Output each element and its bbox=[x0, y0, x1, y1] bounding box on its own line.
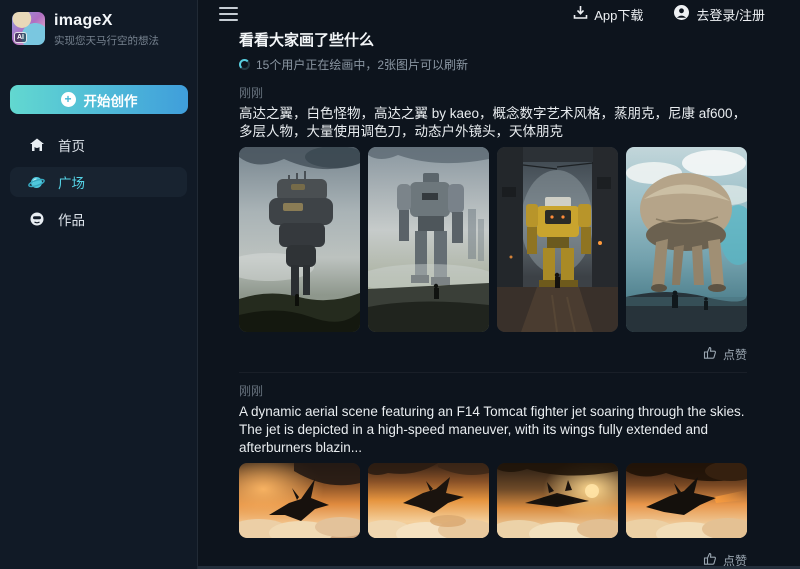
generated-image-mech-2[interactable] bbox=[368, 147, 489, 332]
app-download-button[interactable]: App下载 bbox=[573, 5, 643, 24]
sidebar-item-works[interactable]: 作品 bbox=[10, 204, 187, 234]
download-tray-icon bbox=[573, 5, 588, 23]
app-logo-avatar: AI bbox=[12, 12, 45, 45]
post-image-row bbox=[239, 463, 747, 538]
sidebar-item-plaza[interactable]: 广场 bbox=[10, 167, 187, 197]
post-image-row bbox=[239, 147, 747, 332]
hamburger-icon[interactable] bbox=[219, 3, 238, 25]
generated-image-jet-3[interactable] bbox=[497, 463, 618, 538]
generated-image-jet-4[interactable] bbox=[626, 463, 747, 538]
sidebar-item-home[interactable]: 首页 bbox=[10, 130, 187, 160]
post-card: 刚刚 高达之翼，白色怪物，高达之翼 by kaeo，概念数字艺术风格，蒸朋克，尼… bbox=[239, 84, 747, 363]
app-download-label: App下载 bbox=[594, 5, 643, 24]
feed-status: 15个用户正在绘画中，2张图片可以刷新 bbox=[239, 56, 789, 73]
sidebar-item-label: 首页 bbox=[58, 135, 85, 155]
post-prompt: A dynamic aerial scene featuring an F14 … bbox=[239, 403, 747, 457]
feed-title: 看看大家画了些什么 bbox=[239, 29, 789, 50]
login-register-label: 去登录/注册 bbox=[696, 5, 765, 24]
generated-image-jet-1[interactable] bbox=[239, 463, 360, 538]
plus-circle-icon: + bbox=[61, 92, 76, 107]
sidebar-item-label: 广场 bbox=[58, 172, 85, 192]
feed-status-text: 15个用户正在绘画中，2张图片可以刷新 bbox=[256, 56, 468, 73]
top-bar: App下载 去登录/注册 bbox=[198, 0, 800, 28]
person-circle-icon bbox=[673, 4, 690, 24]
app-name: imageX bbox=[54, 12, 159, 30]
generated-image-mech-1[interactable] bbox=[239, 147, 360, 332]
feed: 看看大家画了些什么 15个用户正在绘画中，2张图片可以刷新 刚刚 高达之翼，白色… bbox=[198, 28, 789, 569]
post-card: 刚刚 A dynamic aerial scene featuring an F… bbox=[239, 372, 747, 569]
ai-badge: AI bbox=[14, 32, 27, 43]
thumbs-up-icon bbox=[703, 346, 717, 363]
generated-image-mech-4[interactable] bbox=[626, 147, 747, 332]
planet-icon bbox=[28, 174, 45, 191]
works-face-icon bbox=[28, 211, 45, 228]
sidebar-nav: 首页 广场 作品 bbox=[10, 130, 187, 234]
loading-spinner-icon bbox=[239, 59, 250, 70]
app-logo-row: AI imageX 实现您天马行空的想法 bbox=[10, 12, 187, 48]
start-create-label: 开始创作 bbox=[84, 90, 138, 110]
start-create-button[interactable]: + 开始创作 bbox=[10, 85, 188, 114]
sidebar-item-label: 作品 bbox=[58, 209, 85, 229]
top-bar-actions: App下载 去登录/注册 bbox=[573, 4, 765, 24]
app-tagline: 实现您天马行空的想法 bbox=[54, 33, 159, 48]
app-title-block: imageX 实现您天马行空的想法 bbox=[54, 12, 159, 48]
like-label: 点赞 bbox=[723, 346, 747, 363]
post-timestamp: 刚刚 bbox=[239, 382, 747, 399]
post-timestamp: 刚刚 bbox=[239, 84, 747, 101]
generated-image-mech-3[interactable] bbox=[497, 147, 618, 332]
home-icon bbox=[28, 137, 45, 154]
login-register-button[interactable]: 去登录/注册 bbox=[673, 4, 765, 24]
like-button[interactable]: 点赞 bbox=[239, 346, 747, 363]
sidebar: AI imageX 实现您天马行空的想法 + 开始创作 首页 广场 作品 bbox=[0, 0, 198, 569]
main-area: App下载 去登录/注册 看看大家画了些什么 15个用户正在绘画中，2张图片可以… bbox=[198, 0, 800, 569]
post-prompt: 高达之翼，白色怪物，高达之翼 by kaeo，概念数字艺术风格，蒸朋克，尼康 a… bbox=[239, 105, 747, 141]
generated-image-jet-2[interactable] bbox=[368, 463, 489, 538]
